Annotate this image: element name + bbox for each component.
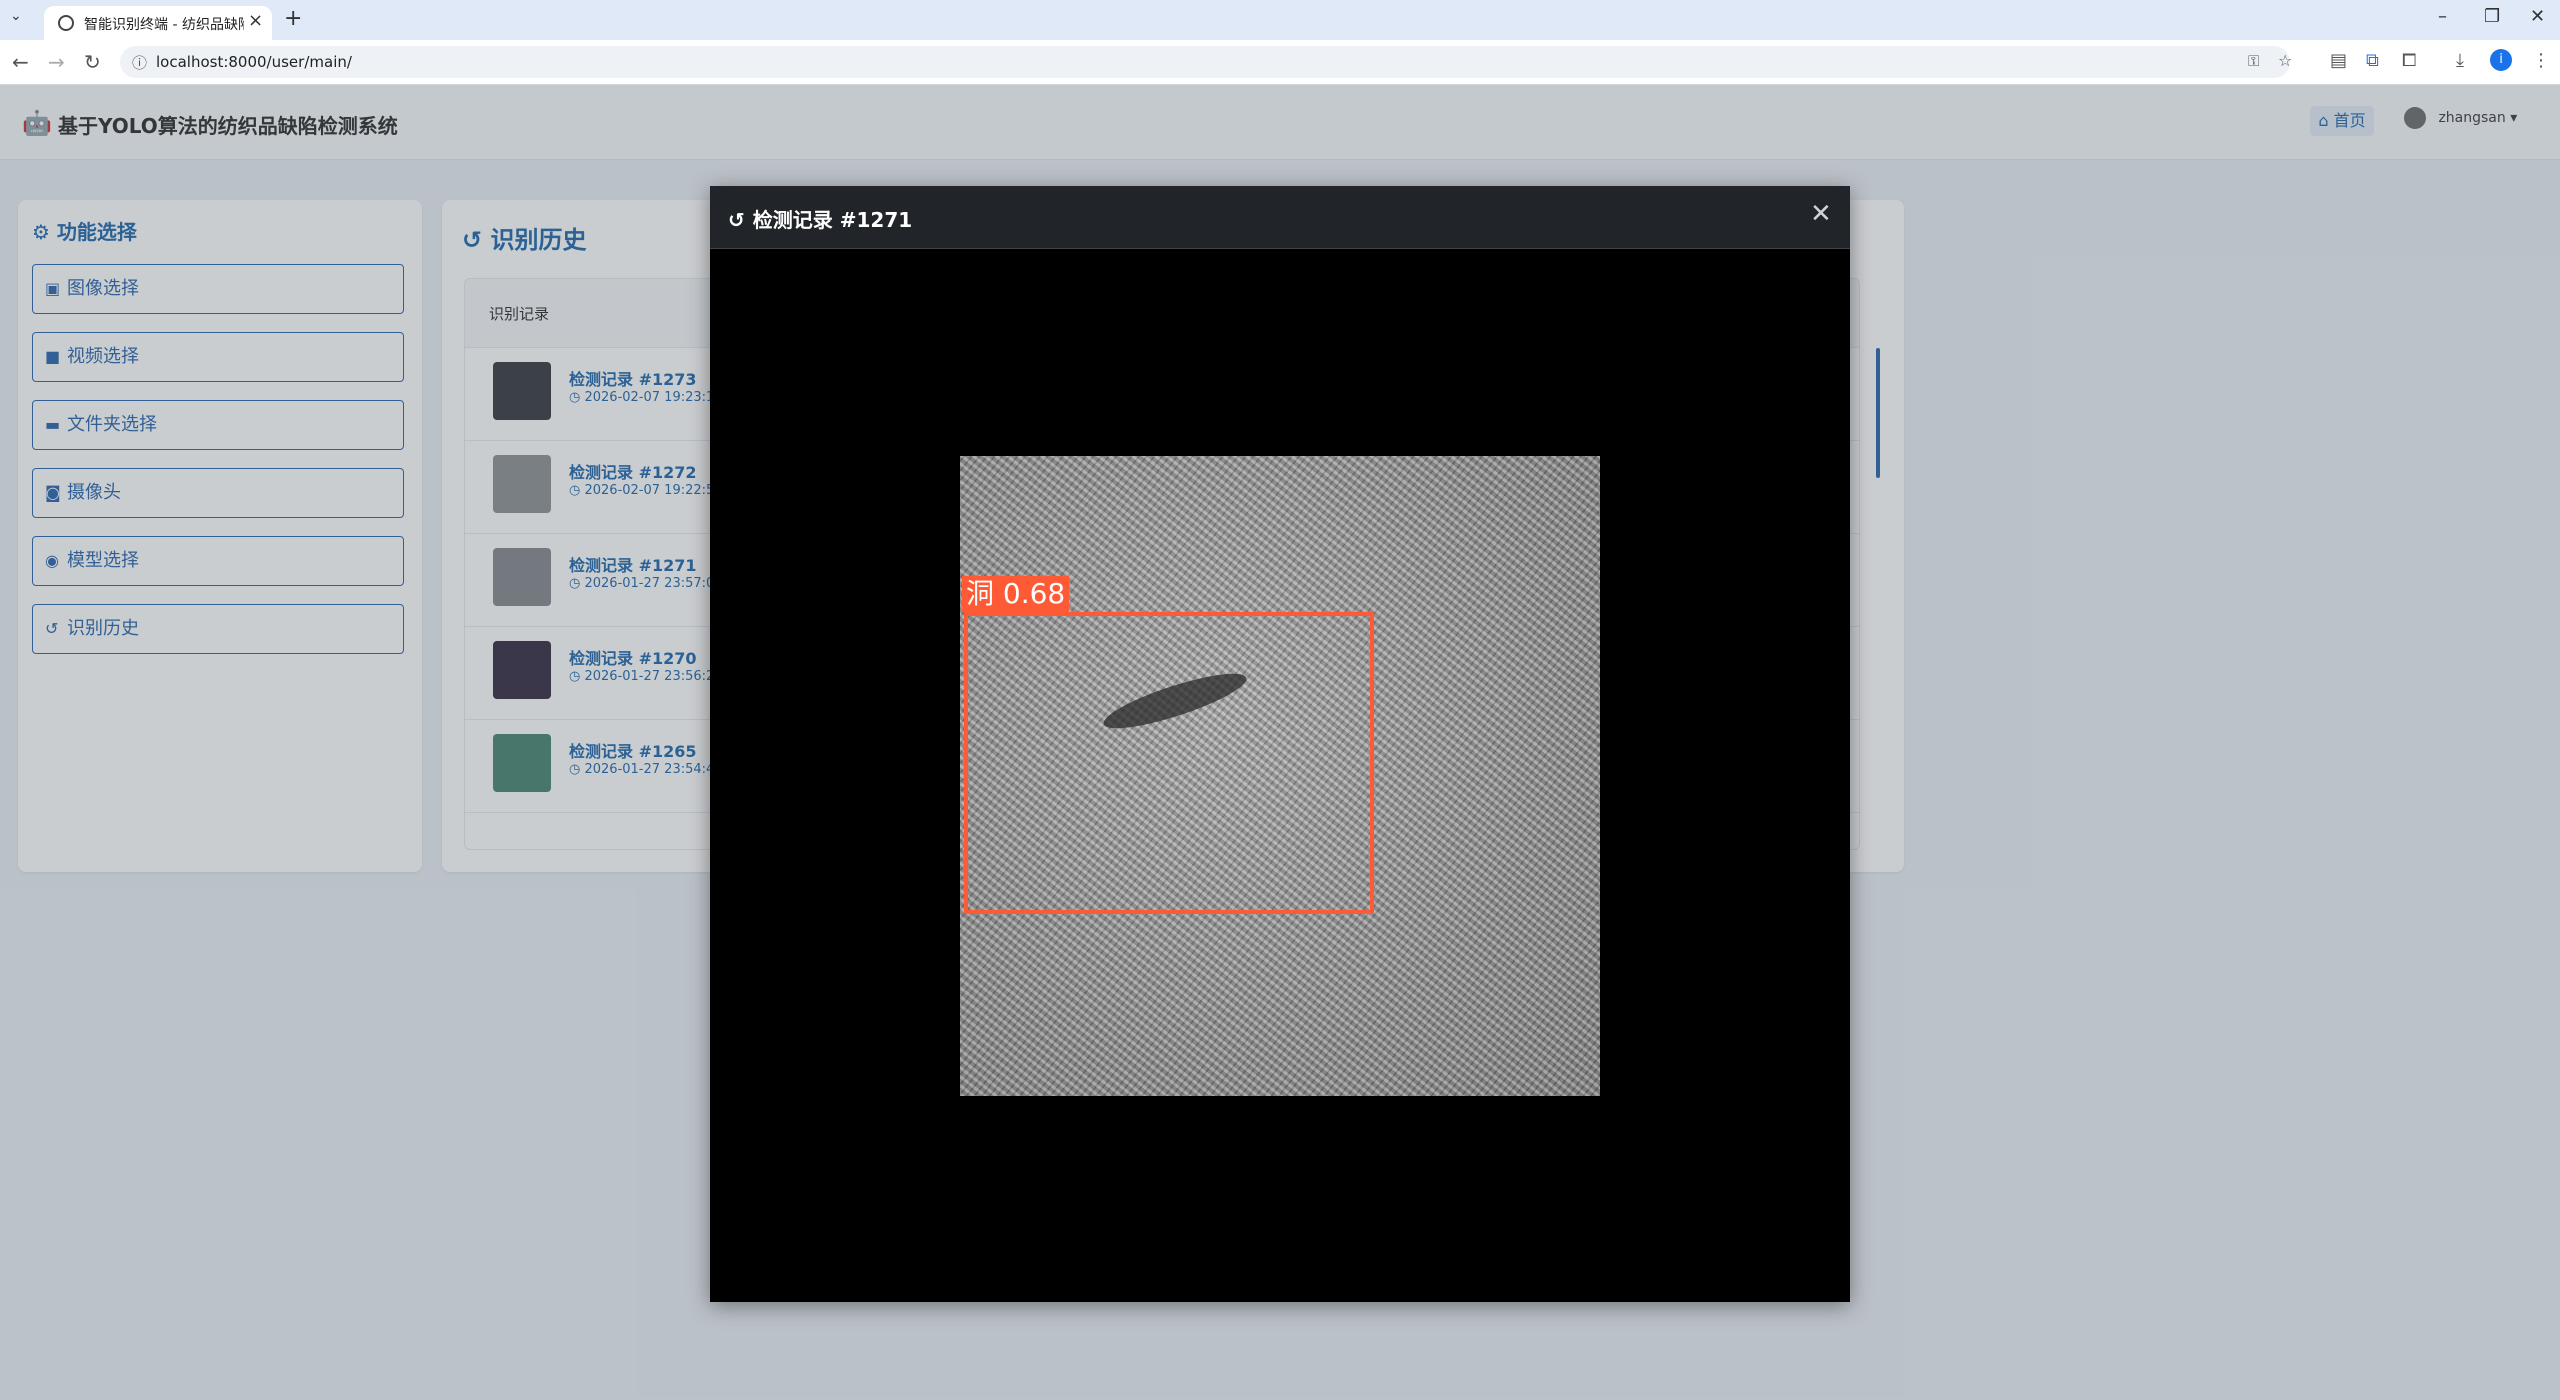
modal-title: ↺ 检测记录 #1271	[728, 204, 912, 233]
browser-tab[interactable]: 智能识别终端 - 纺织品缺陷检测 ×	[44, 6, 272, 40]
translate-icon[interactable]: ⧉	[2366, 50, 2379, 71]
history-icon: ↺	[728, 208, 745, 232]
back-icon[interactable]: ←	[12, 50, 29, 74]
bookmark-star-icon[interactable]: ☆	[2278, 51, 2292, 70]
profile-avatar[interactable]: i	[2490, 49, 2512, 71]
url-text[interactable]: localhost:8000/user/main/	[156, 53, 352, 71]
new-tab-button[interactable]: +	[284, 6, 302, 31]
tab-favicon-icon	[58, 15, 74, 31]
tab-title: 智能识别终端 - 纺织品缺陷检测	[84, 17, 244, 33]
tab-search-icon[interactable]: ⌄	[10, 8, 22, 24]
forward-icon[interactable]: →	[48, 50, 65, 74]
browser-menu-icon[interactable]: ⋮	[2532, 50, 2550, 71]
site-info-icon[interactable]: ⓘ	[132, 52, 147, 73]
reading-list-icon[interactable]: ▤	[2330, 50, 2347, 71]
tab-close-icon[interactable]: ×	[248, 10, 263, 31]
close-icon[interactable]: ✕	[1810, 200, 1832, 228]
reload-icon[interactable]: ↻	[84, 50, 101, 74]
record-modal: ↺ 检测记录 #1271 ✕ 洞 0.68	[710, 186, 1850, 1302]
browser-toolbar: ← → ↻ ⓘ localhost:8000/user/main/ ⚿ ☆ ▤ …	[0, 40, 2560, 85]
browser-tabstrip: ⌄ 智能识别终端 - 纺织品缺陷检测 × + – ❐ ✕	[0, 0, 2560, 40]
modal-header: ↺ 检测记录 #1271 ✕	[710, 186, 1850, 249]
detection-label: 洞 0.68	[962, 576, 1070, 612]
minimize-icon[interactable]: –	[2438, 6, 2447, 27]
window-close-icon[interactable]: ✕	[2530, 6, 2545, 27]
detection-result-image: 洞 0.68	[960, 456, 1600, 1096]
modal-title-text: 检测记录 #1271	[752, 208, 913, 232]
detection-bbox	[964, 612, 1374, 914]
download-icon[interactable]: ⤓	[2456, 50, 2464, 71]
address-bar[interactable]: ⓘ localhost:8000/user/main/ ⚿ ☆	[120, 46, 2292, 78]
restore-icon[interactable]: ❐	[2484, 6, 2500, 27]
key-icon[interactable]: ⚿	[2248, 52, 2259, 70]
extensions-icon[interactable]: ⧠	[2402, 50, 2416, 71]
